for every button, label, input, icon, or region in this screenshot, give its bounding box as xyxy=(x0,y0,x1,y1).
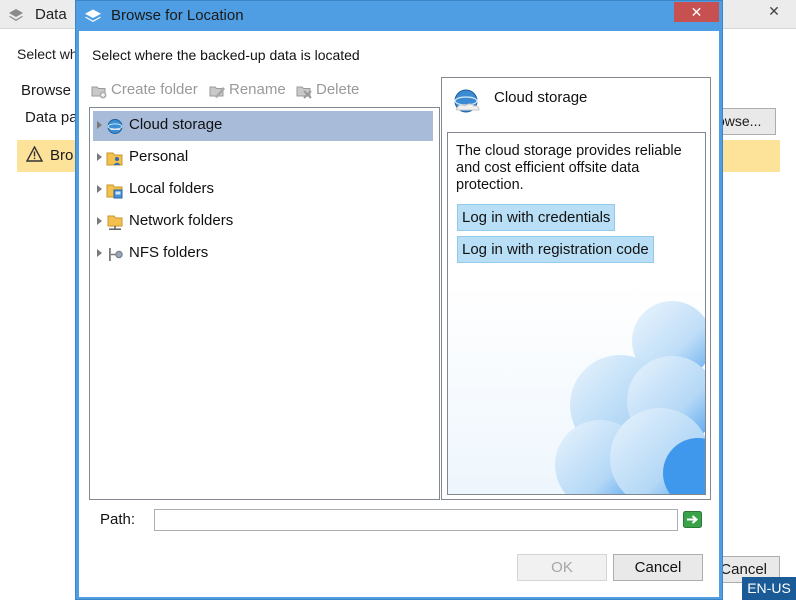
tree-item-label: Local folders xyxy=(129,180,215,197)
tree-item-personal[interactable]: Personal xyxy=(93,143,433,173)
dialog-body: Select where the backed-up data is locat… xyxy=(79,31,719,597)
info-title: Cloud storage xyxy=(494,89,588,106)
cancel-button[interactable]: Cancel xyxy=(613,554,703,581)
expand-arrow-icon[interactable] xyxy=(97,185,102,193)
app-layers-icon xyxy=(85,9,101,22)
language-indicator[interactable]: EN-US xyxy=(742,577,796,600)
path-label: Path: xyxy=(100,511,136,528)
tree-item-nfs-folders[interactable]: NFS folders xyxy=(93,239,433,269)
dialog-instruction: Select where the backed-up data is locat… xyxy=(92,47,360,63)
cloud-storage-icon xyxy=(107,119,123,134)
go-arrow-icon[interactable] xyxy=(683,511,702,528)
create-folder-label: Create folder xyxy=(111,81,198,98)
tree-item-label: Network folders xyxy=(129,212,234,229)
tree-item-local-folders[interactable]: Local folders xyxy=(93,175,433,205)
login-registration-code-button[interactable]: Log in with registration code xyxy=(457,236,654,263)
info-panel: Cloud storage The cloud storage provides… xyxy=(441,77,711,500)
expand-arrow-icon[interactable] xyxy=(97,121,102,129)
expand-arrow-icon[interactable] xyxy=(97,153,102,161)
create-folder-button[interactable]: Create folder xyxy=(91,81,205,101)
dialog-title: Browse for Location xyxy=(111,7,244,24)
rename-icon xyxy=(209,86,225,98)
path-input[interactable] xyxy=(154,509,678,531)
background-window-title: Data xyxy=(35,6,67,23)
tree-item-label: Cloud storage xyxy=(129,116,223,133)
expand-arrow-icon[interactable] xyxy=(97,217,102,225)
tree-item-cloud-storage[interactable]: Cloud storage xyxy=(93,111,433,141)
tree-item-network-folders[interactable]: Network folders xyxy=(93,207,433,237)
nfs-folders-icon xyxy=(109,248,123,261)
login-credentials-button[interactable]: Log in with credentials xyxy=(457,204,616,231)
personal-folder-icon xyxy=(106,152,123,166)
browse-location-dialog: Browse for Location ✕ Select where the b… xyxy=(75,0,723,600)
local-folders-icon xyxy=(106,184,123,199)
cloud-globe-icon xyxy=(454,89,480,113)
rename-label: Rename xyxy=(229,81,286,98)
background-browse-label: Browse xyxy=(21,82,72,99)
create-folder-icon xyxy=(91,86,107,99)
background-data-path-label: Data pa xyxy=(25,109,78,126)
expand-arrow-icon[interactable] xyxy=(97,249,102,257)
ok-button[interactable]: OK xyxy=(517,554,607,581)
background-close-button[interactable]: ✕ xyxy=(752,0,796,22)
background-instruction: Select wh xyxy=(17,46,78,62)
clouds-illustration xyxy=(448,283,705,494)
warning-icon xyxy=(26,146,43,162)
tree-item-label: Personal xyxy=(129,148,189,165)
delete-icon xyxy=(296,86,312,99)
app-layers-icon xyxy=(9,9,23,21)
tree-item-label: NFS folders xyxy=(129,244,209,261)
dialog-titlebar[interactable]: Browse for Location ✕ xyxy=(76,1,722,31)
background-warning-text: Bro xyxy=(50,147,74,164)
dialog-close-button[interactable]: ✕ xyxy=(674,2,719,22)
location-tree: Cloud storage Personal Local folders Net… xyxy=(89,107,440,500)
network-folders-icon xyxy=(107,215,123,230)
delete-button[interactable]: Delete xyxy=(296,81,366,101)
info-content: The cloud storage provides reliable and … xyxy=(447,132,706,495)
info-description: The cloud storage provides reliable and … xyxy=(456,143,682,193)
delete-label: Delete xyxy=(316,81,360,98)
rename-button[interactable]: Rename xyxy=(209,81,291,101)
